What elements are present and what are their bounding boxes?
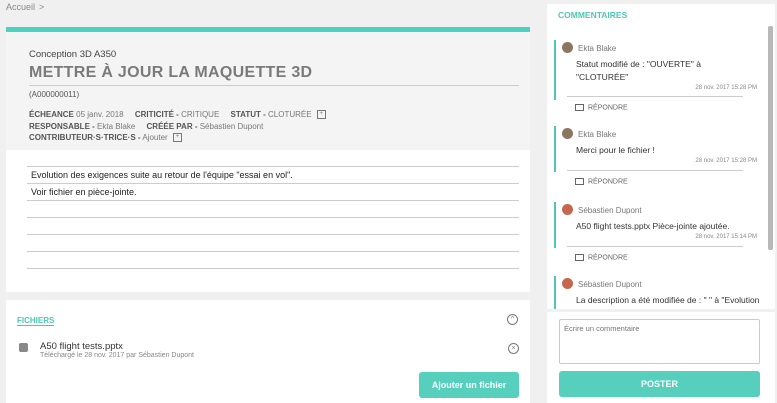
- comment-item: Sébastien Dupont La description a été mo…: [554, 276, 762, 309]
- file-icon: [19, 343, 28, 352]
- task-meta-row-1: ÉCHEANCE 05 janv. 2018 CRITICITÉ - CRITI…: [29, 110, 326, 120]
- status-edit-icon[interactable]: +: [316, 110, 326, 120]
- created-by-label: CRÉÉE PAR -: [146, 122, 198, 131]
- description-line: Evolution des exigences suite au retour …: [27, 166, 519, 183]
- remove-file-icon[interactable]: ×: [508, 343, 519, 354]
- created-by-value: Sébastien Dupont: [199, 122, 264, 131]
- breadcrumb-home-link[interactable]: Accueil: [6, 2, 35, 12]
- files-card: FICHIERS ^ A50 flight tests.pptx Télécha…: [6, 300, 530, 403]
- reply-label: RÉPONDRE: [588, 254, 628, 262]
- breadcrumb-separator: >: [39, 2, 45, 12]
- task-meta-row-2: RESPONSABLE - Ekta Blake CRÉÉE PAR - Séb…: [29, 122, 263, 131]
- comment-item: Sébastien Dupont A50 flight tests.pptx P…: [554, 202, 762, 248]
- task-title[interactable]: METTRE À JOUR LA MAQUETTE 3D: [29, 64, 519, 86]
- comment-text: La description a été modifiée de : " " à…: [576, 295, 760, 309]
- status-value[interactable]: CLOTURÉE: [268, 110, 312, 119]
- project-name: Conception 3D A350: [29, 49, 117, 60]
- description-line: [27, 217, 519, 234]
- add-file-button[interactable]: Ajouter un fichier: [419, 372, 519, 398]
- task-description[interactable]: Evolution des exigences suite au retour …: [27, 166, 519, 269]
- comments-title: COMMENTAIRES: [558, 10, 628, 20]
- description-line: [27, 251, 519, 269]
- reply-button[interactable]: RÉPONDRE: [575, 254, 628, 261]
- comment-author: Ekta Blake: [578, 130, 617, 139]
- divider: [567, 96, 743, 97]
- reply-icon: [575, 254, 584, 261]
- comment-compose: POSTER: [547, 312, 775, 403]
- owner-value[interactable]: Ekta Blake: [97, 122, 135, 131]
- description-line: Voir fichier en pièce-jointe.: [27, 183, 519, 200]
- reply-label: RÉPONDRE: [588, 104, 628, 112]
- contributors-label: CONTRIBUTEUR·S·TRICE·S -: [29, 133, 141, 142]
- divider: [567, 246, 743, 247]
- comment-item: Ekta Blake Statut modifié de : "OUVERTE"…: [554, 40, 762, 100]
- task-meta-row-3: CONTRIBUTEUR·S·TRICE·S - Ajouter +: [29, 133, 182, 143]
- task-card: Conception 3D A350 METTRE À JOUR LA MAQU…: [6, 27, 530, 292]
- comments-list: Ekta Blake Statut modifié de : "OUVERTE"…: [547, 30, 769, 309]
- comments-panel: COMMENTAIRES Ekta Blake Statut modifié d…: [547, 4, 775, 309]
- comment-input[interactable]: [559, 319, 760, 364]
- reply-button[interactable]: RÉPONDRE: [575, 178, 628, 185]
- comment-text: Statut modifié de : "OUVERTE" à "CLOTURÉ…: [576, 59, 701, 82]
- avatar: [562, 128, 573, 139]
- comment-date: 28 nov. 2017 15:28 PM: [695, 158, 757, 164]
- comment-author: Ekta Blake: [578, 44, 617, 53]
- comment-date: 28 nov. 2017 15:14 PM: [695, 234, 757, 240]
- avatar: [562, 204, 573, 215]
- due-label: ÉCHEANCE: [29, 110, 74, 119]
- criticality-label: CRITICITÉ -: [134, 110, 179, 119]
- comment-item: Ekta Blake Merci pour le fichier !: [554, 126, 762, 172]
- file-meta: Téléchargé le 28 nov. 2017 par Sébastien…: [40, 352, 194, 359]
- collapse-icon[interactable]: ^: [507, 314, 518, 325]
- add-contributor-link[interactable]: Ajouter: [142, 133, 167, 142]
- post-button[interactable]: POSTER: [559, 371, 760, 397]
- comment-author: Sébastien Dupont: [578, 206, 642, 215]
- comment-text: A50 flight tests.pptx Pièce-jointe ajout…: [576, 221, 730, 231]
- reply-label: RÉPONDRE: [588, 178, 628, 186]
- reply-button[interactable]: RÉPONDRE: [575, 104, 628, 111]
- reply-icon: [575, 178, 584, 185]
- breadcrumb: Accueil >: [6, 2, 44, 12]
- task-id: (A000000011): [29, 90, 80, 99]
- add-user-icon[interactable]: +: [172, 133, 182, 143]
- comment-text: Merci pour le fichier !: [576, 145, 655, 155]
- comment-author: Sébastien Dupont: [578, 280, 642, 289]
- comment-date: 28 nov. 2017 15:28 PM: [695, 85, 757, 91]
- avatar: [562, 42, 573, 53]
- due-value[interactable]: 05 janv. 2018: [76, 110, 123, 119]
- owner-label: RESPONSABLE -: [29, 122, 95, 131]
- description-line: [27, 200, 519, 217]
- reply-icon: [575, 104, 584, 111]
- criticality-value[interactable]: CRITIQUE: [181, 110, 219, 119]
- file-name[interactable]: A50 flight tests.pptx: [40, 341, 123, 352]
- files-title: FICHIERS: [17, 316, 55, 326]
- divider: [567, 170, 743, 171]
- description-line: [27, 234, 519, 251]
- avatar: [562, 278, 573, 289]
- task-header: Conception 3D A350 METTRE À JOUR LA MAQU…: [6, 32, 530, 150]
- status-label: STATUT -: [230, 110, 266, 119]
